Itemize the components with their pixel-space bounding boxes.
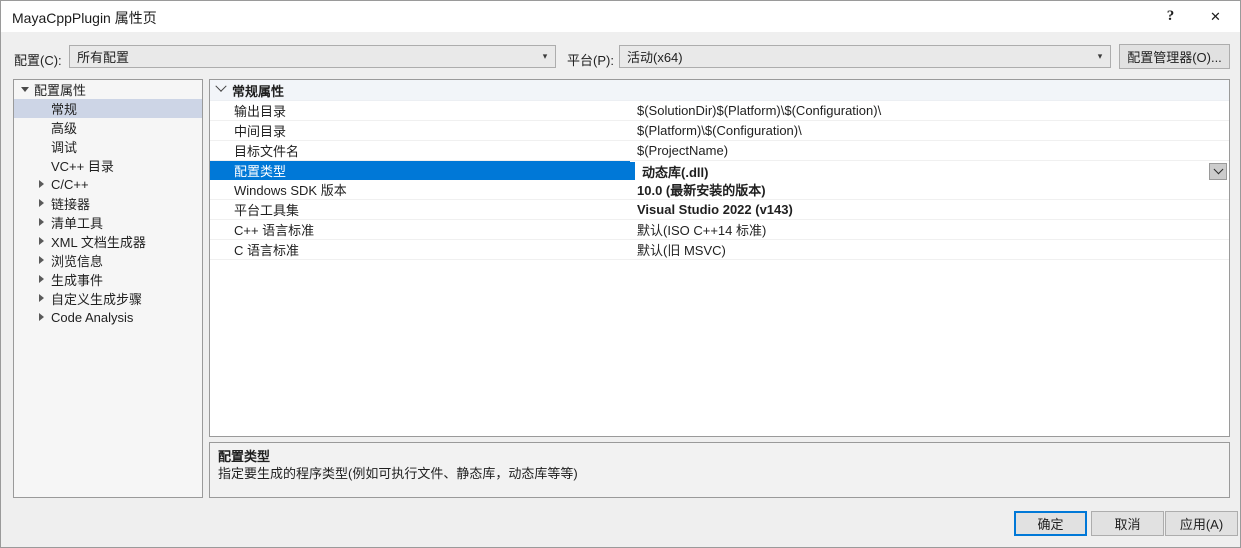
sidebar-item[interactable]: 高级 bbox=[14, 118, 202, 137]
property-value-text: $(SolutionDir)$(Platform)\$(Configuratio… bbox=[637, 103, 882, 118]
help-button[interactable]: ? bbox=[1148, 1, 1193, 32]
property-value-dropdown-button[interactable] bbox=[1209, 163, 1227, 180]
description-title: 配置类型 bbox=[218, 449, 271, 464]
property-name: 中间目录 bbox=[234, 124, 287, 139]
property-row[interactable]: C++ 语言标准 默认(ISO C++14 标准) bbox=[210, 220, 1229, 240]
sidebar-item-label: 浏览信息 bbox=[51, 254, 104, 269]
property-row[interactable]: C 语言标准 默认(旧 MSVC) bbox=[210, 240, 1229, 260]
triangle-right-icon[interactable] bbox=[33, 293, 50, 304]
ok-button[interactable]: 确定 bbox=[1014, 511, 1087, 536]
property-value-text: 动态库(.dll) bbox=[642, 164, 709, 180]
sidebar-item[interactable]: VC++ 目录 bbox=[14, 156, 202, 175]
property-name: 配置类型 bbox=[210, 161, 630, 180]
configuration-label: 配置(C): bbox=[14, 53, 62, 68]
property-row[interactable]: 配置类型 动态库(.dll) bbox=[210, 161, 1229, 180]
platform-dropdown[interactable]: 活动(x64) ▾ bbox=[619, 45, 1111, 68]
sidebar-item-label: 配置属性 bbox=[34, 83, 87, 98]
property-name: 目标文件名 bbox=[234, 144, 300, 159]
sidebar-item-label: 高级 bbox=[51, 121, 78, 136]
sidebar-item[interactable]: 常规 bbox=[14, 99, 202, 118]
sidebar-item[interactable]: 生成事件 bbox=[14, 270, 202, 289]
cancel-button[interactable]: 取消 bbox=[1091, 511, 1164, 536]
property-value[interactable]: 动态库(.dll) bbox=[630, 161, 1229, 180]
property-pages-dialog: MayaCppPlugin 属性页 ? ✕ 配置(C): 所有配置 ▾ 平台(P… bbox=[0, 0, 1241, 548]
configuration-tree[interactable]: 配置属性常规高级调试 VC++ 目录 C/C++ 链接器清单工具 XML 文档生成器 浏览… bbox=[13, 79, 203, 498]
property-value-text: $(Platform)\$(Configuration)\ bbox=[637, 123, 802, 138]
property-value[interactable]: 10.0 (最新安装的版本) bbox=[630, 180, 1229, 199]
triangle-right-icon[interactable] bbox=[33, 198, 50, 209]
chevron-down-icon: ▾ bbox=[1097, 51, 1103, 61]
property-value[interactable]: 默认(旧 MSVC) bbox=[630, 240, 1229, 259]
triangle-right-icon[interactable] bbox=[33, 312, 50, 323]
property-name: C 语言标准 bbox=[234, 243, 300, 258]
apply-button[interactable]: 应用(A) bbox=[1165, 511, 1238, 536]
property-value[interactable]: $(Platform)\$(Configuration)\ bbox=[630, 121, 1229, 140]
property-name: C++ 语言标准 bbox=[234, 223, 315, 238]
sidebar-item[interactable]: 配置属性 bbox=[14, 80, 202, 99]
sidebar-item[interactable]: C/C++ bbox=[14, 175, 202, 194]
sidebar-item-label: Code Analysis bbox=[51, 310, 134, 325]
sidebar-item[interactable]: XML 文档生成器 bbox=[14, 232, 202, 251]
property-row[interactable]: 目标文件名 $(ProjectName) bbox=[210, 141, 1229, 161]
category-header-label: 常规属性 bbox=[232, 83, 285, 99]
property-row[interactable]: 输出目录 $(SolutionDir)$(Platform)\$(Configur… bbox=[210, 101, 1229, 121]
sidebar-item[interactable]: 浏览信息 bbox=[14, 251, 202, 270]
sidebar-item[interactable]: 自定义生成步骤 bbox=[14, 289, 202, 308]
sidebar-item-label: 调试 bbox=[51, 140, 78, 155]
close-button[interactable]: ✕ bbox=[1193, 1, 1238, 32]
property-row[interactable]: 中间目录 $(Platform)\$(Configuration)\ bbox=[210, 121, 1229, 141]
property-value[interactable]: $(ProjectName) bbox=[630, 141, 1229, 160]
question-mark-icon: ? bbox=[1166, 8, 1175, 24]
property-value-text: $(ProjectName) bbox=[637, 143, 729, 158]
property-value[interactable]: $(SolutionDir)$(Platform)\$(Configuratio… bbox=[630, 101, 1229, 120]
triangle-right-icon[interactable] bbox=[33, 255, 50, 266]
sidebar-item-label: 清单工具 bbox=[51, 216, 104, 231]
sidebar-item-label: 自定义生成步骤 bbox=[51, 292, 143, 307]
property-row[interactable]: Windows SDK 版本 10.0 (最新安装的版本) bbox=[210, 180, 1229, 200]
property-row[interactable]: 平台工具集 Visual Studio 2022 (v143) bbox=[210, 200, 1229, 220]
title-bar: MayaCppPlugin 属性页 ? ✕ bbox=[1, 1, 1240, 32]
sidebar-item-label: VC++ 目录 bbox=[51, 159, 114, 174]
category-header-general[interactable]: 常规属性 bbox=[210, 80, 1229, 101]
triangle-right-icon[interactable] bbox=[33, 274, 50, 285]
triangle-down-icon[interactable] bbox=[16, 86, 33, 94]
chevron-down-icon: ▾ bbox=[542, 51, 548, 61]
sidebar-item[interactable]: 清单工具 bbox=[14, 213, 202, 232]
sidebar-item[interactable]: 调试 bbox=[14, 137, 202, 156]
property-value-text: 默认(ISO C++14 标准) bbox=[637, 223, 767, 238]
description-panel: 配置类型 指定要生成的程序类型(例如可执行文件、静态库，动态库等等) bbox=[209, 442, 1230, 498]
sidebar-item-label: XML 文档生成器 bbox=[51, 235, 146, 250]
chevron-down-icon bbox=[210, 80, 232, 96]
property-grid[interactable]: 常规属性 输出目录 $(SolutionDir)$(Platform)\$(Con… bbox=[209, 79, 1230, 437]
sidebar-item[interactable]: 链接器 bbox=[14, 194, 202, 213]
property-value-text: 10.0 (最新安装的版本) bbox=[637, 183, 766, 198]
property-value-text: Visual Studio 2022 (v143) bbox=[637, 202, 793, 217]
description-text: 指定要生成的程序类型(例如可执行文件、静态库，动态库等等) bbox=[218, 466, 578, 481]
chevron-down-icon bbox=[1213, 164, 1223, 175]
property-value[interactable]: 默认(ISO C++14 标准) bbox=[630, 220, 1229, 239]
sidebar-item-label: 链接器 bbox=[51, 197, 91, 212]
property-value[interactable]: Visual Studio 2022 (v143) bbox=[630, 200, 1229, 219]
window-title: MayaCppPlugin 属性页 bbox=[12, 10, 157, 26]
configuration-dropdown[interactable]: 所有配置 ▾ bbox=[69, 45, 556, 68]
property-name: 平台工具集 bbox=[234, 203, 300, 218]
platform-label: 平台(P): bbox=[567, 53, 614, 68]
sidebar-item-label: C/C++ bbox=[51, 177, 89, 192]
property-name: 输出目录 bbox=[234, 104, 287, 119]
sidebar-item[interactable]: Code Analysis bbox=[14, 308, 202, 327]
configuration-manager-button[interactable]: 配置管理器(O)... bbox=[1119, 44, 1230, 69]
close-icon: ✕ bbox=[1210, 8, 1221, 24]
triangle-right-icon[interactable] bbox=[33, 217, 50, 228]
sidebar-item-label: 生成事件 bbox=[51, 273, 104, 288]
property-value-text: 默认(旧 MSVC) bbox=[637, 243, 726, 258]
platform-value: 活动(x64) bbox=[627, 50, 683, 65]
triangle-right-icon[interactable] bbox=[33, 179, 50, 190]
triangle-right-icon[interactable] bbox=[33, 236, 50, 247]
sidebar-item-label: 常规 bbox=[51, 102, 78, 117]
configuration-value: 所有配置 bbox=[77, 50, 130, 65]
property-name: Windows SDK 版本 bbox=[234, 183, 347, 198]
